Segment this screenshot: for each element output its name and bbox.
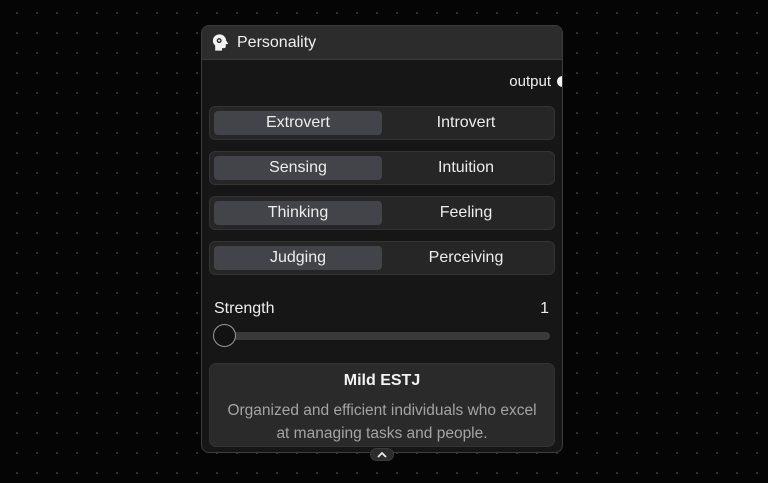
option-thinking[interactable]: Thinking — [214, 201, 382, 225]
chevron-up-icon — [377, 452, 387, 458]
personality-node[interactable]: Personality output Extrovert Introvert S… — [201, 25, 563, 453]
option-judging[interactable]: Judging — [214, 246, 382, 270]
output-port-row: output — [202, 73, 562, 90]
option-extrovert[interactable]: Extrovert — [214, 111, 382, 135]
option-intuition[interactable]: Intuition — [382, 156, 550, 180]
strength-label: Strength — [214, 300, 275, 317]
head-profile-icon — [210, 33, 230, 53]
personality-description-card: Mild ESTJ Organized and efficient indivi… — [209, 363, 555, 447]
option-introvert[interactable]: Introvert — [382, 111, 550, 135]
strength-slider[interactable] — [213, 324, 550, 347]
option-perceiving[interactable]: Perceiving — [382, 246, 550, 270]
toggle-judging-perceiving: Judging Perceiving — [209, 241, 555, 275]
personality-type-description: Organized and efficient individuals who … — [227, 402, 537, 442]
personality-type-title: Mild ESTJ — [343, 372, 421, 389]
collapse-node-button[interactable] — [370, 448, 394, 461]
node-title: Personality — [237, 33, 317, 51]
strength-value: 1 — [540, 300, 549, 317]
strength-slider-thumb[interactable] — [213, 324, 236, 347]
option-sensing[interactable]: Sensing — [214, 156, 382, 180]
node-header[interactable]: Personality — [202, 26, 562, 60]
toggle-sensing-intuition: Sensing Intuition — [209, 151, 555, 185]
output-port-label: output — [509, 73, 551, 90]
toggle-extrovert-introvert: Extrovert Introvert — [209, 106, 555, 140]
output-port-handle[interactable] — [557, 76, 562, 87]
toggle-thinking-feeling: Thinking Feeling — [209, 196, 555, 230]
option-feeling[interactable]: Feeling — [382, 201, 550, 225]
